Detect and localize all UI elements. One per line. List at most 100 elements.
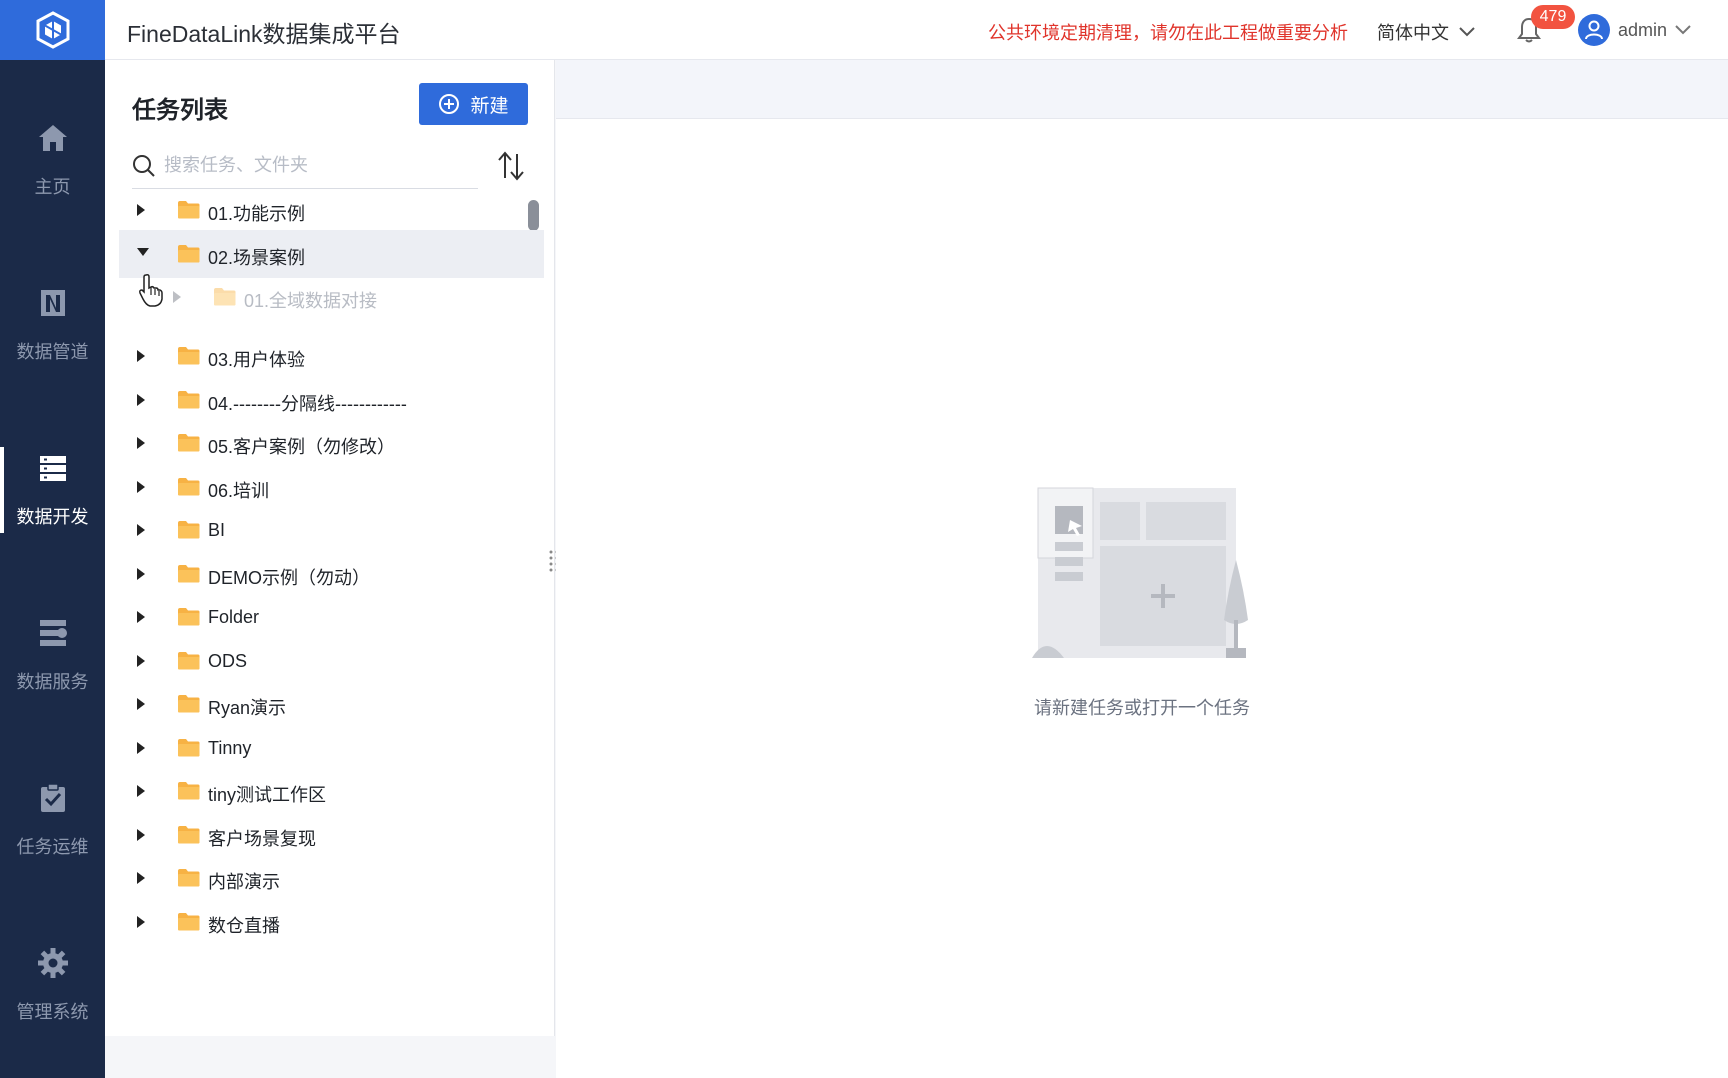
database-dev-icon [39, 456, 66, 481]
tree-folder-item[interactable]: 03.用户体验 [119, 332, 544, 380]
caret-right-icon[interactable] [137, 916, 145, 928]
gear-icon [37, 948, 68, 978]
folder-icon [178, 739, 200, 757]
nav-item-data-pipeline[interactable]: 数据管道 [0, 260, 105, 390]
sort-icon[interactable] [496, 148, 526, 184]
task-list-panel: 任务列表 新建 01.功能示例 02.场景案例 01.全域数据对接 03.用户体验 04… [105, 60, 555, 1036]
caret-right-icon[interactable] [137, 698, 145, 710]
nav-label: 管理系统 [16, 1002, 89, 1022]
side-navigation: 主页 数据管道 数据开发 数据服务 任务运维 管理系统 [0, 60, 105, 1078]
language-label: 简体中文 [1377, 23, 1449, 43]
tab-bar [556, 60, 1728, 119]
chevron-down-icon [1675, 25, 1691, 35]
folder-icon [178, 608, 200, 626]
tree-folder-item[interactable]: 02.场景案例 [119, 230, 544, 278]
folder-name: 04.--------分隔线------------ [208, 394, 407, 414]
search-input[interactable] [164, 155, 454, 176]
tree-folder-item[interactable]: BI [119, 506, 544, 554]
folder-name: BI [208, 520, 226, 540]
language-selector[interactable]: 简体中文 [1377, 19, 1475, 45]
caret-right-icon[interactable] [137, 437, 145, 449]
folder-name: 数仓直播 [208, 916, 280, 936]
folder-name: 03.用户体验 [208, 350, 306, 370]
folder-name: 02.场景案例 [208, 248, 306, 268]
caret-right-icon[interactable] [137, 394, 145, 406]
tree-folder-item[interactable]: tiny测试工作区 [119, 767, 544, 815]
user-menu[interactable]: admin [1578, 14, 1691, 46]
search-box [132, 143, 478, 189]
folder-icon [178, 521, 200, 539]
folder-icon [178, 826, 200, 844]
nav-item-data-dev[interactable]: 数据开发 [0, 425, 105, 555]
caret-right-icon[interactable] [137, 829, 145, 841]
folder-icon [178, 478, 200, 496]
folder-name: 01.功能示例 [208, 204, 306, 224]
tree-folder-item[interactable]: DEMO示例（勿动） [119, 550, 544, 598]
folder-icon [178, 347, 200, 365]
caret-right-icon[interactable] [137, 611, 145, 623]
caret-right-icon[interactable] [137, 655, 145, 667]
tree-folder-item[interactable]: 内部演示 [119, 854, 544, 902]
environment-notice: 公共环境定期清理，请勿在此工程做重要分析 [988, 23, 1348, 43]
caret-right-icon[interactable] [137, 524, 145, 536]
folder-icon [178, 201, 200, 219]
task-ops-icon [40, 783, 65, 812]
tree-child-item[interactable]: 01.全域数据对接 [119, 273, 544, 321]
caret-right-icon[interactable] [137, 742, 145, 754]
folder-icon [178, 245, 200, 263]
notification-badge: 479 [1531, 5, 1575, 29]
new-button-label: 新建 [470, 95, 509, 117]
tree-folder-item[interactable]: 数仓直播 [119, 898, 544, 946]
caret-right-icon[interactable] [137, 568, 145, 580]
folder-icon [178, 695, 200, 713]
user-icon [1585, 20, 1603, 40]
tree-folder-item[interactable]: 05.客户案例（勿修改） [119, 419, 544, 467]
nav-item-home[interactable]: 主页 [0, 95, 105, 225]
tree-folder-item[interactable]: Tinny [119, 724, 544, 772]
username: admin [1618, 19, 1668, 40]
caret-right-icon[interactable] [137, 481, 145, 493]
nav-item-admin-system[interactable]: 管理系统 [0, 920, 105, 1050]
mouse-cursor-icon [139, 274, 163, 307]
caret-right-icon[interactable] [137, 785, 145, 797]
caret-right-icon[interactable] [137, 204, 145, 216]
nav-item-data-service[interactable]: 数据服务 [0, 590, 105, 720]
folder-icon [178, 652, 200, 670]
app-title: FineDataLink数据集成平台 [127, 21, 401, 47]
folder-icon [178, 434, 200, 452]
pipeline-icon [40, 290, 65, 316]
folder-icon [178, 565, 200, 583]
folder-name: 06.培训 [208, 481, 270, 501]
tree-folder-item[interactable]: 04.--------分隔线------------ [119, 376, 544, 424]
folder-name: DEMO示例（勿动） [208, 568, 370, 588]
folder-name: Ryan演示 [208, 698, 287, 718]
caret-down-icon[interactable] [137, 248, 149, 256]
tree-folder-item[interactable]: 客户场景复现 [119, 811, 544, 859]
folder-icon [178, 782, 200, 800]
caret-right-icon[interactable] [173, 291, 181, 303]
folder-name: 客户场景复现 [208, 829, 316, 849]
tree-folder-item[interactable]: 06.培训 [119, 463, 544, 511]
tree-folder-item[interactable]: Folder [119, 593, 544, 641]
tree-folder-item[interactable]: Ryan演示 [119, 680, 544, 728]
top-bar: FineDataLink数据集成平台 公共环境定期清理，请勿在此工程做重要分析 … [0, 0, 1728, 60]
caret-right-icon[interactable] [137, 872, 145, 884]
nav-label: 任务运维 [16, 837, 89, 857]
app-logo[interactable] [0, 0, 105, 60]
empty-state-text: 请新建任务或打开一个任务 [1034, 698, 1250, 718]
caret-right-icon[interactable] [137, 350, 145, 362]
folder-name: 05.客户案例（勿修改） [208, 437, 396, 457]
new-task-button[interactable]: 新建 [419, 83, 528, 125]
folder-name: 01.全域数据对接 [244, 291, 378, 311]
search-icon [133, 154, 155, 177]
tree-folder-item[interactable]: ODS [119, 637, 544, 685]
nav-item-task-ops[interactable]: 任务运维 [0, 755, 105, 885]
logo-icon [36, 11, 69, 49]
home-icon [38, 125, 67, 151]
tree-folder-item[interactable]: 01.功能示例 [119, 186, 544, 234]
nav-label: 数据管道 [16, 342, 89, 362]
nav-label: 数据开发 [16, 507, 89, 527]
chevron-down-icon [1459, 27, 1475, 37]
data-service-icon [39, 620, 67, 646]
folder-name: ODS [208, 651, 248, 671]
